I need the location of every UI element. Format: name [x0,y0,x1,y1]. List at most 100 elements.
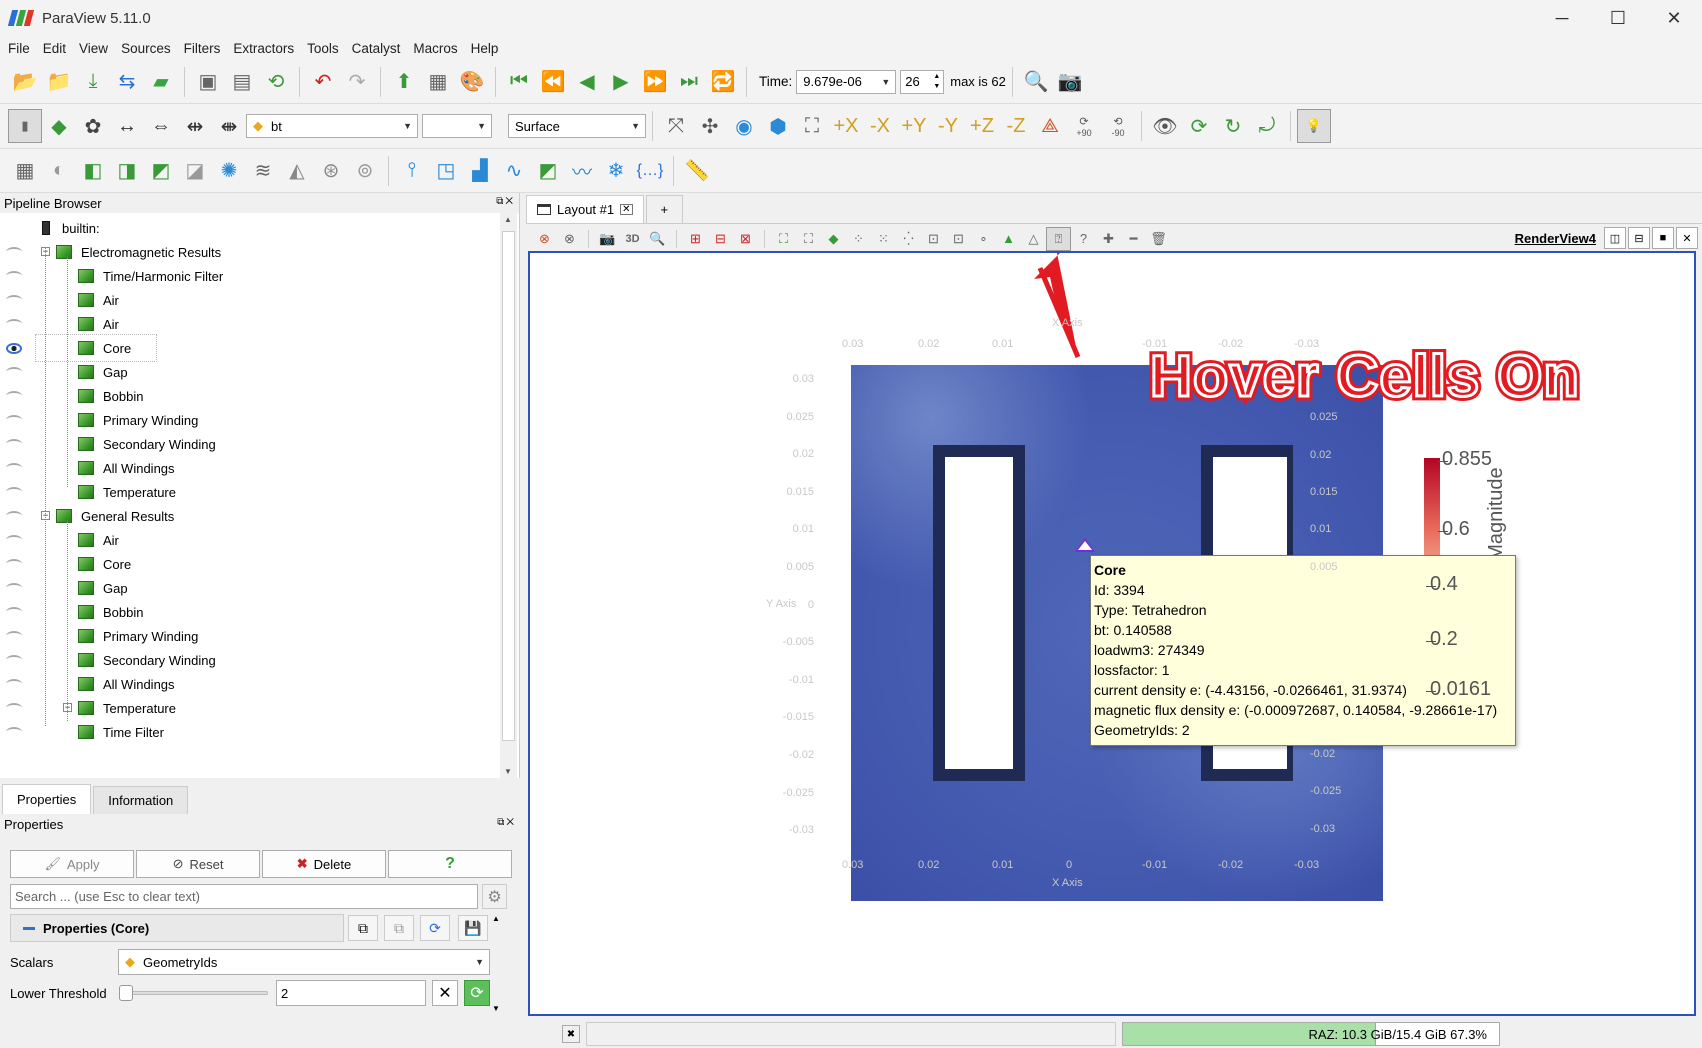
eye-closed-icon[interactable] [6,631,22,641]
pipeline-item[interactable]: Air [0,311,500,337]
light-kit-icon[interactable]: 💡 [1297,109,1331,143]
time-step-spinbox[interactable]: 26 [900,69,945,94]
eye-closed-icon[interactable] [6,415,22,425]
pipeline-item[interactable]: Bobbin [0,599,500,625]
shrink-selection-icon[interactable]: ⊡ [946,227,971,251]
eye-closed-icon[interactable] [6,583,22,593]
eye-closed-icon[interactable] [6,295,22,305]
slider-handle[interactable] [119,985,133,1001]
menu-tools[interactable]: Tools [307,41,339,56]
grow-icon[interactable]: ✚ [1096,227,1121,251]
save-data-icon[interactable]: ⤓ [76,66,110,98]
view-plus-z-icon[interactable]: +Z [965,110,999,142]
triangle-cell-icon[interactable]: ▲ [996,227,1021,251]
save-defaults-icon[interactable]: 💾 [458,915,488,941]
eye-closed-icon[interactable] [6,463,22,473]
plot-global-icon[interactable]: 〰 [565,155,599,187]
lower-threshold-input[interactable]: 2 [276,980,426,1006]
view-minus-z-icon[interactable]: -Z [999,110,1033,142]
tree-root[interactable]: builtin: [0,215,500,241]
tab-properties[interactable]: Properties [2,784,92,814]
minimize-icon[interactable]: ─ [1534,0,1590,36]
extract-subset-icon[interactable]: ◪ [178,155,212,187]
eye-closed-icon[interactable] [6,391,22,401]
pipeline-item[interactable]: Temperature [0,479,500,505]
group-datasets-icon[interactable]: ⊛ [314,155,348,187]
interactive-select-points-icon[interactable]: ⁙ [871,227,896,251]
close-tab-icon[interactable]: ✕ [620,204,633,215]
pipeline-item[interactable]: Core [6,334,157,362]
scalars-combo[interactable]: ◆ GeometryIds [118,949,490,975]
plot-over-line-icon[interactable]: ◳ [429,155,463,187]
menu-view[interactable]: View [79,41,108,56]
grow-selection-icon[interactable]: ⊡ [921,227,946,251]
toggle-visibility-icon[interactable]: 👁 [1148,110,1182,142]
hover-points-on-icon[interactable]: ? [1071,227,1096,251]
menu-filters[interactable]: Filters [184,41,221,56]
isometric-view-icon[interactable]: ⟁ [1033,110,1067,142]
zoom-to-box-icon[interactable]: ⛶ [795,110,829,142]
representation-combo[interactable]: Surface [508,114,646,138]
zoom-closest-icon[interactable]: ◉ [727,110,761,142]
load-state-icon[interactable]: ▤ [225,66,259,98]
extract-selection-icon[interactable]: ∘ [971,227,996,251]
rescale-visible-range-icon[interactable]: ⇼ [212,110,246,142]
use-separate-colormap-icon[interactable]: ✿ [76,110,110,142]
color-legend-icon[interactable]: ▮ [8,109,42,143]
loop-icon[interactable]: 🔁 [706,66,740,98]
temporal-icon[interactable]: ❄ [599,155,633,187]
first-frame-icon[interactable]: ⏮ [502,66,536,98]
hover-points-icon[interactable]: ⁛ [896,227,921,251]
histogram-icon[interactable]: ▟ [463,155,497,187]
hide-icon[interactable]: ⊗ [557,227,582,251]
reset-camera-closest-icon[interactable]: ⬢ [761,110,795,142]
open-recent-icon[interactable]: 📁 [42,66,76,98]
undo-icon[interactable]: ↶ [306,66,340,98]
glyph-icon[interactable]: ✺ [212,155,246,187]
apply-button[interactable]: 🖌 Apply [10,850,134,878]
play-icon[interactable]: ▶ [604,66,638,98]
camera-undo-icon[interactable]: ⬆ [387,66,421,98]
select-cells-on-icon[interactable]: ⊞ [683,227,708,251]
time-value-combo[interactable]: 9.679e-06 [796,69,897,94]
eye-closed-icon[interactable] [6,679,22,689]
interact-elevation-icon[interactable]: ⤾ [1250,110,1284,142]
threshold-icon[interactable]: ◩ [144,155,178,187]
reverse-play-icon[interactable]: ◀ [570,66,604,98]
render-view-name[interactable]: RenderView4 [1515,231,1596,246]
save-screenshot-icon[interactable]: 📷 [1053,66,1087,98]
reset-button[interactable]: ⊘ Reset [136,850,260,878]
pipeline-item[interactable]: Core [0,551,500,577]
menu-macros[interactable]: Macros [413,41,457,56]
add-layout-button[interactable]: + [645,195,684,223]
menu-catalyst[interactable]: Catalyst [352,41,401,56]
array-combo[interactable]: ◆ bt [246,114,418,138]
camera-icon[interactable]: 📷 [595,227,620,251]
reset-camera-icon[interactable]: ⊗ [532,227,557,251]
clear-selection-icon[interactable]: 🗑 [1146,227,1171,251]
palette-icon[interactable]: 🎨 [455,66,489,98]
rotate-plus-90-icon[interactable]: ⟳ +90 [1067,110,1101,142]
menu-extractors[interactable]: Extractors [233,41,294,56]
tab-information[interactable]: Information [93,786,189,814]
warp-icon[interactable]: ◭ [280,155,314,187]
select-cells-through-icon[interactable]: ⊠ [733,227,758,251]
zoom-icon[interactable]: 🔍 [645,227,670,251]
eye-closed-icon[interactable] [6,247,22,257]
menu-sources[interactable]: Sources [121,41,171,56]
probe-icon[interactable]: ⫯ [395,155,429,187]
clip-icon[interactable]: ◧ [76,155,110,187]
catalyst-icon[interactable]: ▰ [144,66,178,98]
contour-icon[interactable]: ◐ [42,155,76,187]
eye-closed-icon[interactable] [6,607,22,617]
pipeline-item[interactable]: Primary Winding [0,623,500,649]
rescale-data-range-icon[interactable]: ↔ [110,110,144,142]
menu-edit[interactable]: Edit [43,41,66,56]
scrollbar-thumb[interactable] [502,231,515,741]
pipeline-item[interactable]: Time/Harmonic Filter [0,263,500,289]
copy-icon[interactable]: ⧉ [348,915,378,941]
pipeline-item[interactable]: Gap [0,575,500,601]
eye-closed-icon[interactable] [6,535,22,545]
output-messages-icon[interactable]: ✖ [562,1025,580,1043]
pipeline-item[interactable]: All Windings [0,671,500,697]
